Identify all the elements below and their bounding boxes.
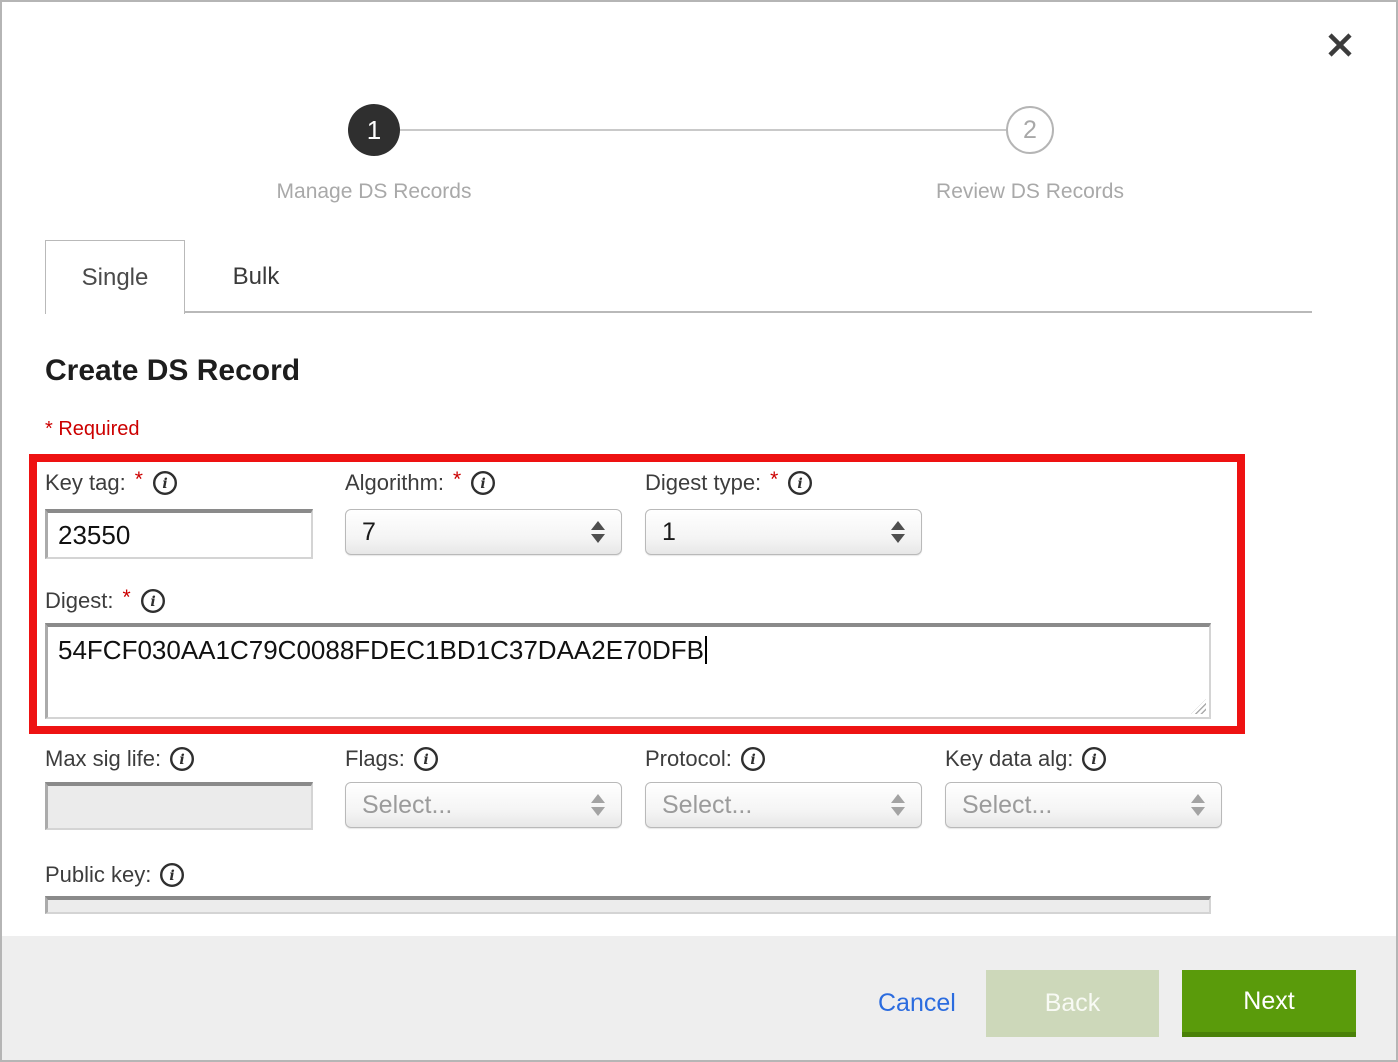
svg-text:i: i [481,476,486,492]
select-arrows-icon [1191,794,1205,816]
info-icon[interactable]: i [413,746,439,772]
stepper-step-1-number: 1 [367,115,381,146]
svg-text:i: i [1092,752,1097,768]
cancel-link[interactable]: Cancel [878,989,956,1018]
info-icon[interactable]: i [740,746,766,772]
svg-text:i: i [179,752,184,768]
algorithm-label: Algorithm: * i [345,468,496,498]
info-icon[interactable]: i [470,470,496,496]
back-button[interactable]: Back [986,970,1159,1037]
page-title: Create DS Record [45,354,300,388]
svg-text:i: i [170,868,175,884]
max-sig-life-input[interactable] [45,782,313,830]
stepper-connector-line [400,129,1006,131]
digest-label-text: Digest: [45,588,113,614]
protocol-label: Protocol: i [645,744,766,774]
key-data-alg-label-text: Key data alg: [945,746,1073,772]
next-button[interactable]: Next [1182,970,1356,1037]
required-asterisk: * [135,468,143,492]
info-icon[interactable]: i [152,470,178,496]
key-data-alg-label: Key data alg: i [945,744,1107,774]
algorithm-label-text: Algorithm: [345,470,444,496]
digest-value: 54FCF030AA1C79C0088FDEC1BD1C37DAA2E70DFB [58,635,704,665]
algorithm-select-value: 7 [362,518,591,547]
select-arrows-icon [891,794,905,816]
resize-handle-icon[interactable] [1191,699,1206,714]
info-icon[interactable]: i [140,588,166,614]
key-data-alg-select[interactable]: Select... [945,782,1222,828]
stepper-step-2-label: Review DS Records [830,180,1230,204]
key-data-alg-select-value: Select... [962,791,1191,820]
dialog-footer: Cancel Back Next [2,936,1396,1060]
digest-type-select-value: 1 [662,518,891,547]
select-arrows-icon [591,794,605,816]
digest-type-label: Digest type: * i [645,468,813,498]
text-caret [705,636,707,664]
required-asterisk: * [770,468,778,492]
digest-type-select[interactable]: 1 [645,509,922,555]
protocol-select[interactable]: Select... [645,782,922,828]
flags-select[interactable]: Select... [345,782,622,828]
required-note: * Required [45,418,140,441]
stepper-step-2-number: 2 [1023,116,1037,145]
required-asterisk: * [122,586,130,610]
public-key-label-text: Public key: [45,862,151,888]
key-tag-label: Key tag: * i [45,468,178,498]
info-icon[interactable]: i [159,862,185,888]
info-icon[interactable]: i [1081,746,1107,772]
public-key-textarea[interactable] [45,896,1211,914]
tab-bulk[interactable]: Bulk [186,240,326,313]
tab-single-label: Single [82,264,149,292]
tab-single[interactable]: Single [45,240,185,314]
stepper-step-1-label: Manage DS Records [174,180,574,204]
key-tag-label-text: Key tag: [45,470,126,496]
algorithm-select[interactable]: 7 [345,509,622,555]
digest-type-label-text: Digest type: [645,470,761,496]
flags-label-text: Flags: [345,746,405,772]
max-sig-life-label: Max sig life: i [45,744,195,774]
select-arrows-icon [891,521,905,543]
close-icon[interactable] [1323,28,1357,62]
svg-text:i: i [423,752,428,768]
svg-text:i: i [162,476,167,492]
info-icon[interactable]: i [169,746,195,772]
key-tag-input[interactable]: 23550 [45,509,313,559]
select-arrows-icon [591,521,605,543]
key-tag-value: 23550 [58,520,130,551]
stepper-step-2-circle: 2 [1006,106,1054,154]
protocol-select-value: Select... [662,791,891,820]
required-asterisk: * [453,468,461,492]
info-icon[interactable]: i [787,470,813,496]
public-key-label: Public key: i [45,860,185,890]
max-sig-life-label-text: Max sig life: [45,746,161,772]
tab-bulk-label: Bulk [233,263,280,291]
create-ds-record-dialog: 1 2 Manage DS Records Review DS Records … [0,0,1398,1062]
svg-text:i: i [150,594,155,610]
digest-textarea[interactable]: 54FCF030AA1C79C0088FDEC1BD1C37DAA2E70DFB [45,623,1211,719]
stepper-step-1-circle: 1 [348,104,400,156]
svg-text:i: i [798,476,803,492]
flags-select-value: Select... [362,791,591,820]
svg-text:i: i [750,752,755,768]
digest-label: Digest: * i [45,586,166,616]
flags-label: Flags: i [345,744,439,774]
protocol-label-text: Protocol: [645,746,732,772]
